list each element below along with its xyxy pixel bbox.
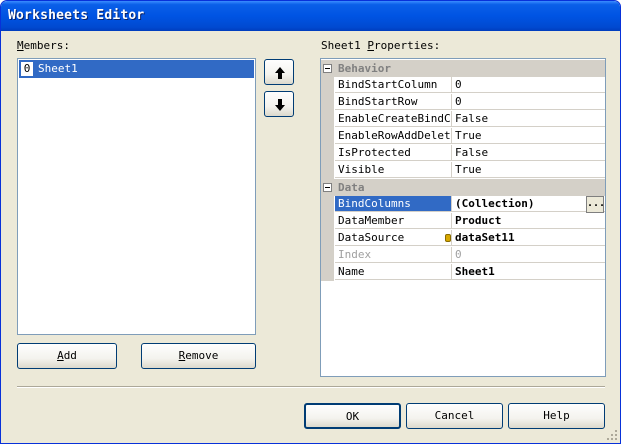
property-value[interactable]: 0	[452, 94, 605, 110]
property-name[interactable]: EnableCreateBindCol	[335, 111, 452, 127]
ok-label: OK	[345, 410, 360, 423]
property-name[interactable]: DataMember	[335, 213, 452, 229]
property-row-visible[interactable]: Visible True	[321, 162, 605, 179]
members-label-rest: embers:	[23, 39, 70, 52]
title-bar[interactable]: Worksheets Editor	[1, 1, 620, 31]
property-row-enablecreatebindcol[interactable]: EnableCreateBindCol False	[321, 111, 605, 128]
member-index: 0	[20, 61, 34, 77]
property-row-index[interactable]: Index 0	[321, 247, 605, 264]
members-label: Members:	[17, 39, 70, 52]
row-gutter	[321, 111, 334, 128]
arrow-up-icon	[275, 67, 285, 79]
resize-grip-icon[interactable]	[606, 429, 618, 441]
cancel-button[interactable]: Cancel	[406, 403, 503, 429]
property-value[interactable]: False	[452, 111, 605, 127]
row-gutter	[321, 230, 334, 247]
properties-label: Sheet1 Properties:	[321, 39, 441, 52]
ok-button[interactable]: OK	[304, 403, 401, 429]
property-row-datasource[interactable]: DataSource dataSet11	[321, 230, 605, 247]
member-name: Sheet1	[38, 62, 78, 75]
property-value[interactable]: dataSet11	[452, 230, 605, 246]
row-gutter	[321, 196, 334, 213]
row-gutter	[321, 94, 334, 111]
cancel-label: Cancel	[434, 409, 475, 422]
row-gutter	[321, 213, 334, 230]
property-name[interactable]: Visible	[335, 162, 452, 178]
property-name[interactable]: Name	[335, 264, 452, 280]
add-button[interactable]: Add	[17, 343, 117, 369]
remove-button[interactable]: Remove	[141, 343, 256, 369]
property-value[interactable]: (Collection)	[452, 196, 605, 212]
members-list[interactable]: 0 Sheet1	[17, 58, 256, 335]
property-row-isprotected[interactable]: IsProtected False	[321, 145, 605, 162]
help-label: Help	[543, 409, 570, 422]
help-button[interactable]: Help	[508, 403, 605, 429]
worksheets-editor-window: Worksheets Editor Members: 0 Sheet1 Add …	[0, 0, 621, 444]
category-behavior[interactable]: Behavior	[321, 60, 605, 77]
category-data[interactable]: Data	[321, 179, 605, 196]
row-gutter	[321, 145, 334, 162]
property-name[interactable]: BindColumns	[335, 196, 452, 212]
property-row-bindcolumns[interactable]: BindColumns (Collection)...	[321, 196, 605, 213]
collapse-icon[interactable]	[323, 183, 332, 192]
move-up-button[interactable]	[264, 59, 294, 85]
property-name[interactable]: BindStartRow	[335, 94, 452, 110]
property-value[interactable]: 0	[452, 77, 605, 93]
property-name[interactable]: DataSource	[335, 230, 452, 246]
arrow-down-icon	[275, 99, 285, 111]
property-value[interactable]: True	[452, 128, 605, 144]
property-row-name[interactable]: Name Sheet1	[321, 264, 605, 281]
datasource-icon	[445, 234, 451, 242]
property-value[interactable]: Sheet1	[452, 264, 605, 280]
property-row-datamember[interactable]: DataMember Product	[321, 213, 605, 230]
property-row-enablerowadddelete[interactable]: EnableRowAddDelete True	[321, 128, 605, 145]
property-value[interactable]: False	[452, 145, 605, 161]
row-gutter	[321, 247, 334, 264]
property-name[interactable]: Index	[335, 247, 452, 263]
window-title: Worksheets Editor	[8, 8, 145, 23]
row-gutter	[321, 128, 334, 145]
ellipsis-button[interactable]: ...	[586, 196, 605, 213]
property-name[interactable]: BindStartColumn	[335, 77, 452, 93]
property-row-bindstartcolumn[interactable]: BindStartColumn 0	[321, 77, 605, 94]
category-label: Data	[338, 181, 365, 194]
property-value[interactable]: 0	[452, 247, 605, 263]
property-value[interactable]: True	[452, 162, 605, 178]
property-row-bindstartrow[interactable]: BindStartRow 0	[321, 94, 605, 111]
property-name[interactable]: IsProtected	[335, 145, 452, 161]
row-gutter	[321, 77, 334, 94]
property-grid[interactable]: Behavior BindStartColumn 0 BindStartRow 0 Ena…	[320, 58, 606, 377]
list-item[interactable]: 0 Sheet1	[19, 60, 254, 78]
collapse-icon[interactable]	[323, 64, 332, 73]
property-value[interactable]: Product	[452, 213, 605, 229]
row-gutter	[321, 162, 334, 179]
row-gutter	[321, 264, 334, 281]
move-down-button[interactable]	[264, 91, 294, 117]
footer-divider	[17, 386, 605, 388]
property-name[interactable]: EnableRowAddDelete	[335, 128, 452, 144]
category-label: Behavior	[338, 62, 391, 75]
